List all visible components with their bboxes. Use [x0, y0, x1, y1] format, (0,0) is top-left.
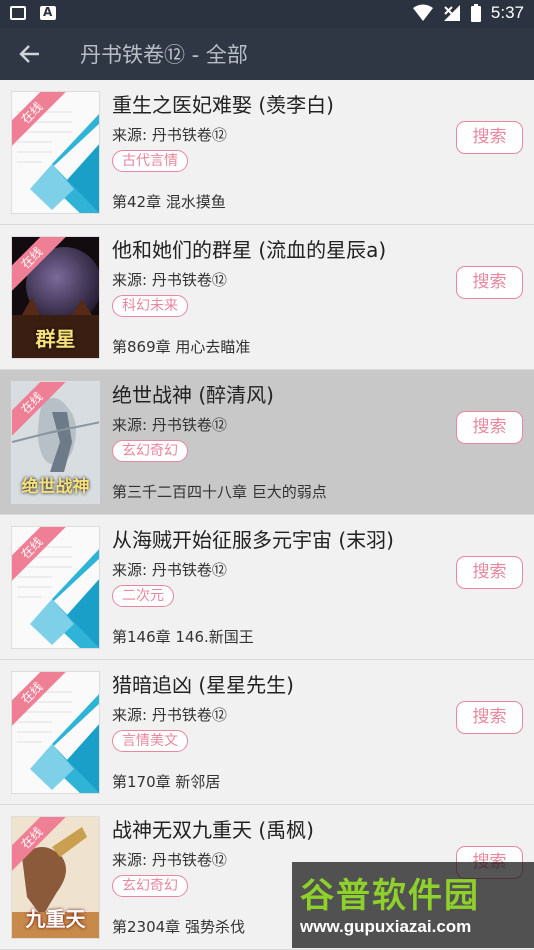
genre-tag: 言情美文: [112, 730, 188, 752]
book-cover: 在线: [11, 526, 100, 649]
book-cover: 在线: [11, 91, 100, 214]
search-button[interactable]: 搜索: [456, 701, 523, 734]
book-source: 来源: 丹书铁卷⑫: [112, 126, 227, 144]
cover-title: 群星: [35, 327, 76, 351]
status-bar: 5:37: [0, 0, 534, 28]
book-row[interactable]: 在线 从海贼开始征服多元宇宙 (末羽) 来源: 丹书铁卷⑫ 二次元 第146章 …: [0, 515, 534, 660]
clock: 5:37: [490, 3, 524, 22]
latest-chapter: 第146章 146.新国王: [112, 628, 254, 646]
battery-icon: [470, 4, 481, 22]
app-notification-icon: [40, 5, 56, 20]
genre-tag: 古代言情: [112, 150, 188, 172]
book-title: 猎暗追凶 (星星先生): [112, 673, 294, 697]
cover-title: 九重天: [25, 907, 86, 931]
watermark-url: www.gupuxiazai.com: [300, 917, 472, 936]
book-row[interactable]: 在线 重生之医妃难娶 (羡李白) 来源: 丹书铁卷⑫ 古代言情 第42章 混水摸…: [0, 80, 534, 225]
search-button[interactable]: 搜索: [456, 411, 523, 444]
watermark-logo-text: 谷普软件园: [300, 876, 480, 916]
genre-tag: 科幻未来: [112, 295, 188, 317]
book-cover: 在线 绝世战神: [11, 381, 100, 504]
book-source: 来源: 丹书铁卷⑫: [112, 416, 227, 434]
book-title: 重生之医妃难娶 (羡李白): [112, 93, 334, 117]
search-button[interactable]: 搜索: [456, 121, 523, 154]
book-row[interactable]: 在线 猎暗追凶 (星星先生) 来源: 丹书铁卷⑫ 言情美文 第170章 新邻居 …: [0, 660, 534, 805]
book-title: 战神无双九重天 (禹枫): [112, 818, 314, 842]
back-arrow-icon: [19, 45, 39, 63]
book-title: 从海贼开始征服多元宇宙 (末羽): [112, 528, 394, 552]
latest-chapter: 第869章 用心去瞄准: [112, 338, 251, 356]
no-signal-icon: [443, 5, 460, 21]
app-bar: 丹书铁卷⑫ - 全部: [0, 28, 534, 80]
cover-title: 绝世战神: [21, 477, 90, 497]
genre-tag: 二次元: [112, 585, 174, 607]
page-title: 丹书铁卷⑫ - 全部: [80, 43, 248, 67]
message-notification-icon: [10, 6, 26, 20]
book-source: 来源: 丹书铁卷⑫: [112, 561, 227, 579]
latest-chapter: 第42章 混水摸鱼: [112, 193, 226, 211]
book-title: 绝世战神 (醉清风): [112, 383, 274, 407]
genre-tag: 玄幻奇幻: [112, 875, 188, 897]
latest-chapter: 第三千二百四十八章 巨大的弱点: [112, 483, 327, 501]
book-source: 来源: 丹书铁卷⑫: [112, 706, 227, 724]
book-title: 他和她们的群星 (流血的星辰a): [112, 238, 387, 262]
latest-chapter: 第2304章 强势杀伐: [112, 918, 245, 936]
book-source: 来源: 丹书铁卷⑫: [112, 271, 227, 289]
latest-chapter: 第170章 新邻居: [112, 773, 221, 791]
back-button[interactable]: [0, 28, 60, 80]
book-cover: 在线: [11, 671, 100, 794]
site-watermark: 谷普软件园 www.gupuxiazai.com: [292, 862, 534, 948]
book-cover: 在线 群星: [11, 236, 100, 359]
search-button[interactable]: 搜索: [456, 266, 523, 299]
genre-tag: 玄幻奇幻: [112, 440, 188, 462]
book-list: 在线 重生之医妃难娶 (羡李白) 来源: 丹书铁卷⑫ 古代言情 第42章 混水摸…: [0, 80, 534, 950]
search-button[interactable]: 搜索: [456, 556, 523, 589]
book-row[interactable]: 在线 绝世战神 绝世战神 (醉清风) 来源: 丹书铁卷⑫ 玄幻奇幻 第三千二百四…: [0, 370, 534, 515]
book-cover: 在线 九重天: [11, 816, 100, 939]
wifi-icon: [412, 4, 433, 21]
book-row[interactable]: 在线 群星 他和她们的群星 (流血的星辰a) 来源: 丹书铁卷⑫ 科幻未来 第8…: [0, 225, 534, 370]
